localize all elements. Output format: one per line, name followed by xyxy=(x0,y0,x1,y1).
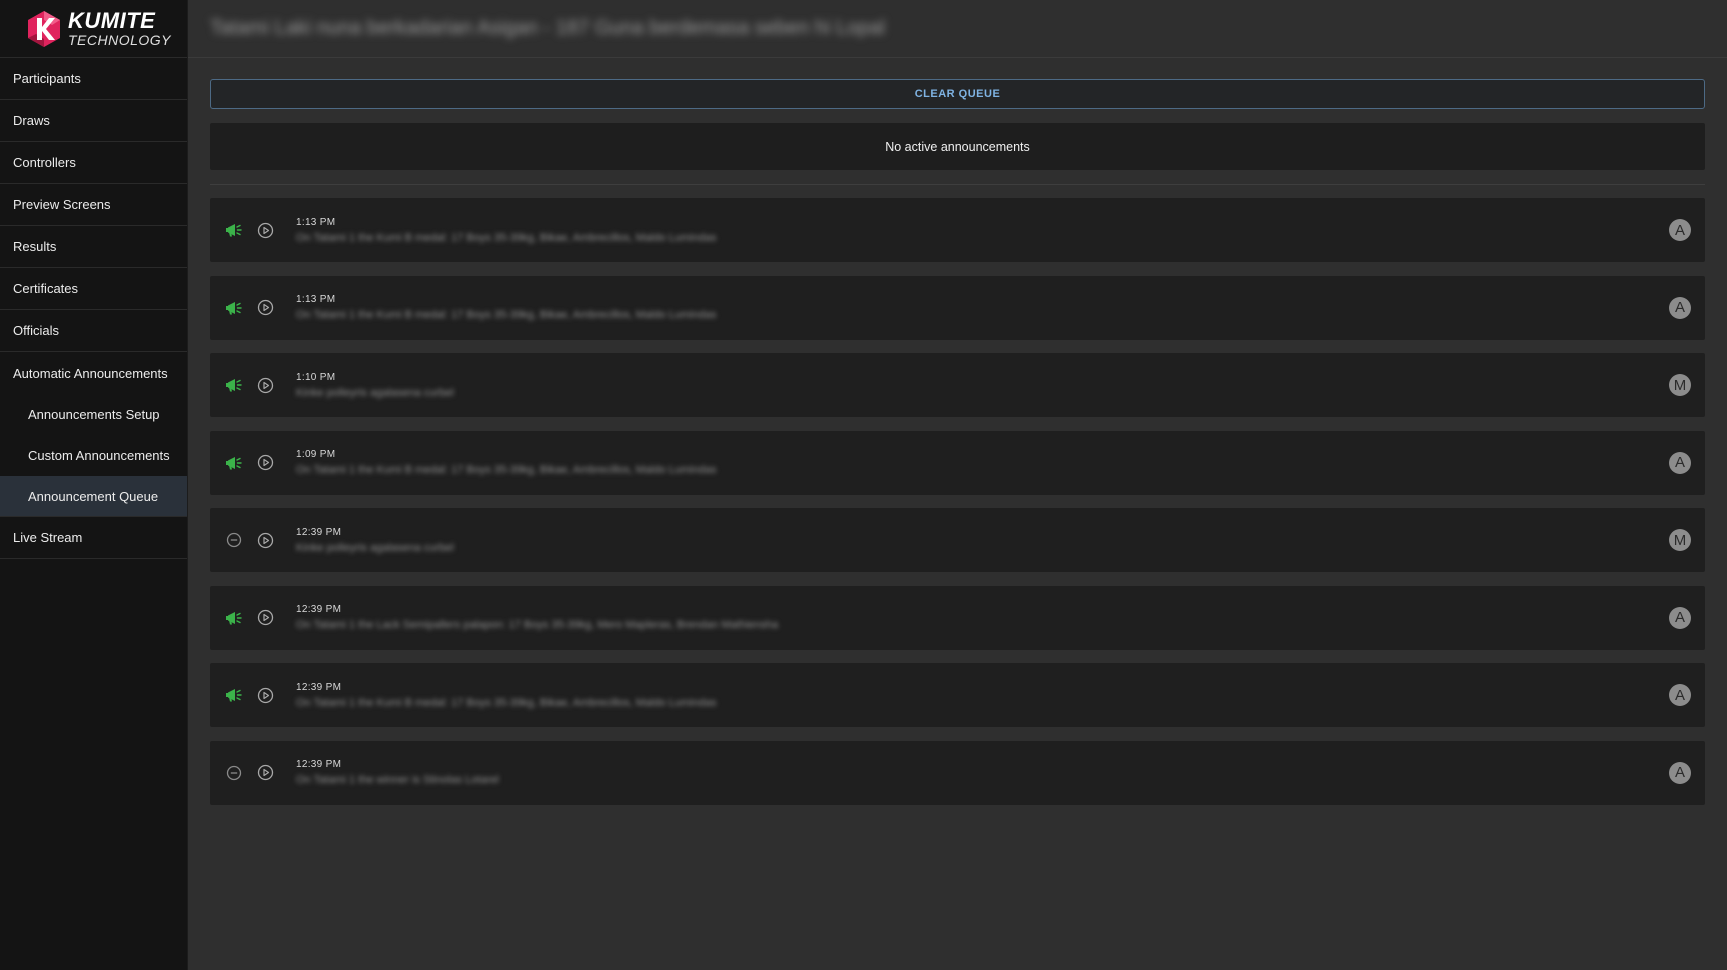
queue-row: 12:39 PM On Tatami 1 the winner is Stinol… xyxy=(210,740,1705,805)
queue-row-time: 12:39 PM xyxy=(296,526,342,538)
main-panel: Tatami Laki nuna berkadarian Asigan - 18… xyxy=(188,0,1727,970)
queue-row: 1:09 PM On Tatami 1 the Kumi B medal: 17 … xyxy=(210,430,1705,495)
queue-row-type-badge: A xyxy=(1669,451,1691,474)
queue-row-text: 12:39 PM On Tatami 1 the Lack Semipallers… xyxy=(296,604,778,631)
queue-row-text: 12:39 PM Kinke polleyris agalasena curbel xyxy=(296,527,454,554)
queue-row: 12:39 PM Kinke polleyris agalasena curbel… xyxy=(210,508,1705,572)
megaphone-icon[interactable] xyxy=(224,608,244,628)
queue-row-type-badge: A xyxy=(1669,296,1691,319)
megaphone-icon[interactable] xyxy=(224,685,244,705)
queue-row-message: On Tatami 1 the Kumi B medal: 17 Boys 35… xyxy=(296,464,717,476)
sidebar: KUMITE TECHNOLOGY Participants Draws Con… xyxy=(0,0,188,970)
brand-title: KUMITE xyxy=(68,8,156,33)
page-title: Tatami Laki nuna berkadarian Asigan - 18… xyxy=(210,17,885,39)
brand-logo[interactable]: KUMITE TECHNOLOGY xyxy=(0,0,187,58)
play-circle-icon[interactable] xyxy=(255,298,275,318)
sidebar-item-officials[interactable]: Officials xyxy=(0,310,187,352)
queue-row-message: On Tatami 1 the winner is Stinolas Lotar… xyxy=(296,774,499,786)
queue-row-text: 12:39 PM On Tatami 1 the winner is Stinol… xyxy=(296,759,499,786)
sidebar-subitem-custom-announcements[interactable]: Custom Announcements xyxy=(0,435,187,476)
queue-row-time: 1:13 PM xyxy=(296,294,336,305)
brand-text: KUMITE TECHNOLOGY xyxy=(68,8,172,48)
sidebar-item-live-stream[interactable]: Live Stream xyxy=(0,517,187,559)
megaphone-icon[interactable] xyxy=(224,220,244,240)
skip-circle-icon[interactable] xyxy=(224,530,244,550)
kumite-logo-icon xyxy=(28,10,60,47)
app-root: KUMITE TECHNOLOGY Participants Draws Con… xyxy=(0,0,1727,970)
megaphone-icon[interactable] xyxy=(224,375,244,395)
queue-row-time: 12:39 PM xyxy=(296,604,342,615)
queue-row-type-badge: A xyxy=(1669,761,1691,784)
play-circle-icon[interactable] xyxy=(255,375,275,395)
play-circle-icon[interactable] xyxy=(255,685,275,705)
play-circle-icon[interactable] xyxy=(255,220,275,240)
sidebar-item-controllers[interactable]: Controllers xyxy=(0,142,187,184)
queue-row-time: 12:39 PM xyxy=(296,759,342,770)
active-announcements-panel: No active announcements xyxy=(210,123,1705,170)
queue-row-message: On Tatami 1 the Kumi B medal: 17 Boys 35… xyxy=(296,231,717,244)
top-bar: Tatami Laki nuna berkadarian Asigan - 18… xyxy=(188,0,1727,58)
queue-row-type-badge: M xyxy=(1669,374,1691,396)
queue-row-text: 1:13 PM On Tatami 1 the Kumi B medal: 17 … xyxy=(296,294,716,321)
queue-row-message: On Tatami 1 the Kumi B medal: 17 Boys 35… xyxy=(296,696,717,709)
queue-row-message: On Tatami 1 the Kumi B medal: 17 Boys 35… xyxy=(296,309,717,321)
queue-row: 1:13 PM On Tatami 1 the Kumi B medal: 17 … xyxy=(210,275,1705,340)
announcement-queue-list: 1:13 PM On Tatami 1 the Kumi B medal: 17 … xyxy=(210,198,1705,805)
queue-row-time: 1:09 PM xyxy=(296,449,336,460)
clear-queue-button[interactable]: CLEAR QUEUE xyxy=(210,79,1705,109)
queue-content: CLEAR QUEUE No active announcements 1:13… xyxy=(188,58,1727,805)
megaphone-icon[interactable] xyxy=(224,298,244,318)
sidebar-item-automatic-announcements[interactable]: Automatic Announcements xyxy=(0,352,187,394)
queue-row-time: 1:10 PM xyxy=(296,371,336,383)
play-circle-icon[interactable] xyxy=(255,530,275,550)
queue-row-message: On Tatami 1 the Lack Semipallers palapon… xyxy=(296,619,779,631)
queue-row-text: 1:09 PM On Tatami 1 the Kumi B medal: 17 … xyxy=(296,449,716,476)
sidebar-item-participants[interactable]: Participants xyxy=(0,58,187,100)
megaphone-icon[interactable] xyxy=(224,453,244,473)
queue-row: 1:10 PM Kinke polleyris agalasena curbel M xyxy=(210,353,1705,417)
queue-row-message: Kinke polleyris agalasena curbel xyxy=(296,541,454,554)
queue-row-type-badge: M xyxy=(1669,529,1691,551)
queue-row-type-badge: A xyxy=(1669,606,1691,629)
queue-row-message: Kinke polleyris agalasena curbel xyxy=(296,386,454,399)
sidebar-item-results[interactable]: Results xyxy=(0,226,187,268)
empty-state-text: No active announcements xyxy=(885,139,1030,154)
queue-row-text: 1:13 PM On Tatami 1 the Kumi B medal: 17 … xyxy=(296,217,716,244)
queue-row-text: 1:10 PM Kinke polleyris agalasena curbel xyxy=(296,372,454,399)
queue-row-type-badge: A xyxy=(1669,684,1691,706)
section-divider xyxy=(210,184,1705,185)
queue-row: 1:13 PM On Tatami 1 the Kumi B medal: 17 … xyxy=(210,198,1705,262)
sidebar-item-certificates[interactable]: Certificates xyxy=(0,268,187,310)
queue-row-text: 12:39 PM On Tatami 1 the Kumi B medal: 17… xyxy=(296,682,716,709)
queue-row-type-badge: A xyxy=(1669,219,1691,241)
play-circle-icon[interactable] xyxy=(255,453,275,473)
sidebar-item-draws[interactable]: Draws xyxy=(0,100,187,142)
skip-circle-icon[interactable] xyxy=(224,763,244,783)
queue-row: 12:39 PM On Tatami 1 the Kumi B medal: 17… xyxy=(210,663,1705,727)
queue-row-time: 12:39 PM xyxy=(296,681,342,693)
queue-row: 12:39 PM On Tatami 1 the Lack Semipallers… xyxy=(210,585,1705,650)
brand-subtitle: TECHNOLOGY xyxy=(68,32,172,48)
sidebar-subitem-announcements-setup[interactable]: Announcements Setup xyxy=(0,394,187,435)
play-circle-icon[interactable] xyxy=(255,608,275,628)
sidebar-subitem-announcement-queue[interactable]: Announcement Queue xyxy=(0,476,187,517)
queue-row-time: 1:13 PM xyxy=(296,216,336,228)
sidebar-item-preview-screens[interactable]: Preview Screens xyxy=(0,184,187,226)
play-circle-icon[interactable] xyxy=(255,763,275,783)
